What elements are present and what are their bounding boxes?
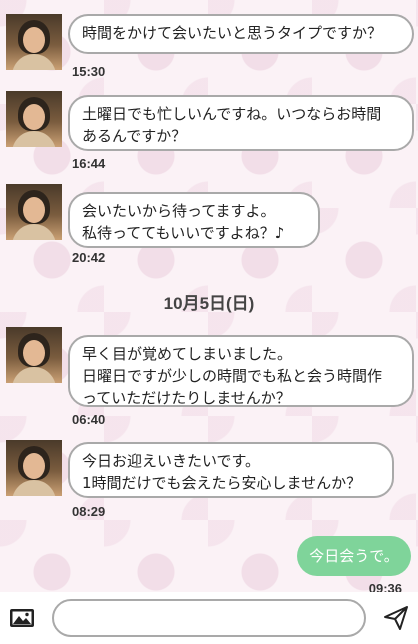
message-line: 1時間だけでも会えたら安心しませんか？ bbox=[82, 474, 362, 492]
avatar[interactable] bbox=[6, 91, 62, 147]
message-time: 06:40 bbox=[72, 412, 106, 427]
avatar[interactable] bbox=[6, 14, 62, 70]
message-line: 土曜日でも忙しいんですね。いつならお時間 bbox=[82, 105, 382, 123]
message-time: 20:42 bbox=[72, 250, 106, 265]
avatar[interactable] bbox=[6, 184, 62, 240]
avatar[interactable] bbox=[6, 327, 62, 383]
message-bubble: 今日お迎えいきたいです。 1時間だけでも会えたら安心しませんか？ bbox=[68, 442, 394, 498]
message-line: 時間をかけて会いたいと思うタイプですか？ bbox=[82, 24, 383, 42]
message-bubble: 土曜日でも忙しいんですね。いつならお時間 あるんですか？ bbox=[68, 95, 414, 151]
message-bubble: 早く目が覚めてしまいました。 日曜日ですが少しの時間でも私と会う時間作 っていた… bbox=[68, 335, 414, 407]
message-bubble: 時間をかけて会いたいと思うタイプですか？ bbox=[68, 14, 414, 54]
message-line: 日曜日ですが少しの時間でも私と会う時間作 bbox=[82, 367, 383, 385]
message-time: 08:29 bbox=[72, 504, 106, 519]
chat-area: 時間をかけて会いたいと思うタイプですか？ 15:30 土曜日でも忙しいんですね。… bbox=[0, 0, 418, 596]
message-time: 15:30 bbox=[72, 64, 106, 79]
send-icon[interactable] bbox=[382, 604, 410, 632]
message-input[interactable] bbox=[52, 599, 366, 637]
message-line: っていただけたりしませんか？ bbox=[82, 389, 291, 407]
message-line: 今日お迎えいきたいです。 bbox=[82, 452, 261, 470]
message-input-bar bbox=[0, 592, 418, 644]
image-icon[interactable] bbox=[8, 606, 36, 630]
message-line: 私待っててもいいですよね？♪ bbox=[82, 224, 285, 242]
message-bubble: 会いたいから待ってますよ。 私待っててもいいですよね？♪ bbox=[68, 192, 320, 248]
message-line: あるんですか？ bbox=[82, 127, 187, 145]
message-line: 会いたいから待ってますよ。 bbox=[82, 202, 276, 220]
date-separator: 10月5日(日) bbox=[163, 294, 255, 313]
message-line: 早く目が覚めてしまいました。 bbox=[82, 345, 293, 363]
message-time: 16:44 bbox=[72, 156, 106, 171]
avatar[interactable] bbox=[6, 440, 62, 496]
outgoing-message-bubble: 今日会うで。 bbox=[297, 536, 411, 576]
